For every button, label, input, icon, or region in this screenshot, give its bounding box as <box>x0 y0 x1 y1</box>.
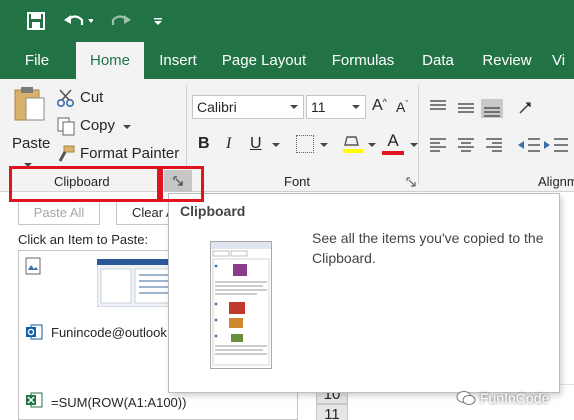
row-header[interactable]: 11 <box>316 404 348 420</box>
clipboard-pane-preview-image <box>210 241 272 369</box>
group-divider <box>418 85 419 185</box>
clipboard-item-text: Funincode@outlook. <box>51 325 171 340</box>
cut-button[interactable]: Cut <box>56 87 116 109</box>
fill-color-icon[interactable] <box>342 133 364 155</box>
font-color-icon[interactable]: A <box>382 131 404 155</box>
bold-button[interactable]: B <box>198 135 214 155</box>
font-dialog-launcher-icon[interactable] <box>406 177 416 187</box>
font-group-label: Font <box>284 174 311 189</box>
copy-button[interactable]: Copy <box>56 115 136 137</box>
paste-button[interactable]: Paste <box>8 85 51 167</box>
picture-item-icon <box>25 257 41 275</box>
quick-access-toolbar <box>0 0 574 42</box>
redo-icon[interactable] <box>104 8 140 34</box>
tooltip-description: See all the items you've copied to the C… <box>312 230 544 266</box>
tab-formulas[interactable]: Formulas <box>324 42 402 79</box>
clipboard-instruction: Click an Item to Paste: <box>18 232 149 247</box>
fill-color-dropdown-icon[interactable] <box>368 143 376 147</box>
excel-item-icon <box>26 392 43 408</box>
wechat-icon <box>456 391 476 405</box>
dialog-launcher-highlight <box>160 166 204 202</box>
undo-icon[interactable] <box>60 8 96 34</box>
watermark: FunInCode <box>456 386 568 410</box>
clipboard-tooltip: Clipboard See all the items you've copie… <box>168 193 560 393</box>
clipboard-item-text: =SUM(ROW(A1:A100)) <box>51 395 187 410</box>
underline-dropdown-icon[interactable] <box>272 143 280 147</box>
paintbrush-icon <box>58 145 75 162</box>
outlook-item-icon <box>26 324 43 340</box>
paste-label: Paste <box>12 135 51 152</box>
cut-label: Cut <box>80 89 104 106</box>
format-painter-button[interactable]: Format Painter <box>56 143 180 165</box>
tab-view[interactable]: Vi <box>552 42 574 79</box>
borders-dropdown-icon[interactable] <box>320 143 328 147</box>
font-size-combo[interactable]: 11 <box>306 95 366 119</box>
tab-home[interactable]: Home <box>76 42 144 79</box>
customize-qat-icon[interactable] <box>150 8 166 34</box>
tab-data[interactable]: Data <box>412 42 464 79</box>
alignment-group-label: Alignm <box>538 174 574 189</box>
scissors-icon <box>56 89 75 108</box>
font-name-value: Calibri <box>197 99 237 115</box>
tab-file[interactable]: File <box>14 42 60 79</box>
format-painter-label: Format Painter <box>80 145 180 162</box>
font-color-dropdown-icon[interactable] <box>410 143 418 147</box>
chevron-down-icon[interactable] <box>352 105 360 109</box>
watermark-text: FunInCode <box>480 390 550 406</box>
clipboard-label-highlight <box>9 166 160 202</box>
copy-label: Copy <box>80 117 116 134</box>
ribbon-tabs: File Home Insert Page Layout Formulas Da… <box>0 42 574 79</box>
chevron-down-icon[interactable] <box>290 105 298 109</box>
tooltip-title: Clipboard <box>180 203 246 219</box>
tab-review[interactable]: Review <box>474 42 540 79</box>
copy-icon <box>57 117 75 136</box>
copy-dropdown-icon[interactable] <box>123 125 131 129</box>
alignment-buttons[interactable] <box>428 99 574 161</box>
save-icon[interactable] <box>24 8 48 34</box>
borders-icon[interactable] <box>296 135 314 153</box>
italic-button[interactable]: I <box>226 135 242 155</box>
tab-insert[interactable]: Insert <box>150 42 206 79</box>
decrease-font-size-icon[interactable]: Aˇ <box>396 99 414 119</box>
font-name-combo[interactable]: Calibri <box>192 95 304 119</box>
paste-all-button[interactable]: Paste All <box>18 199 100 225</box>
clear-all-button[interactable]: Clear A <box>116 199 176 225</box>
tab-page-layout[interactable]: Page Layout <box>214 42 314 79</box>
font-size-value: 11 <box>311 99 326 115</box>
increase-font-size-icon[interactable]: A^ <box>372 97 390 117</box>
underline-button[interactable]: U <box>250 135 266 155</box>
